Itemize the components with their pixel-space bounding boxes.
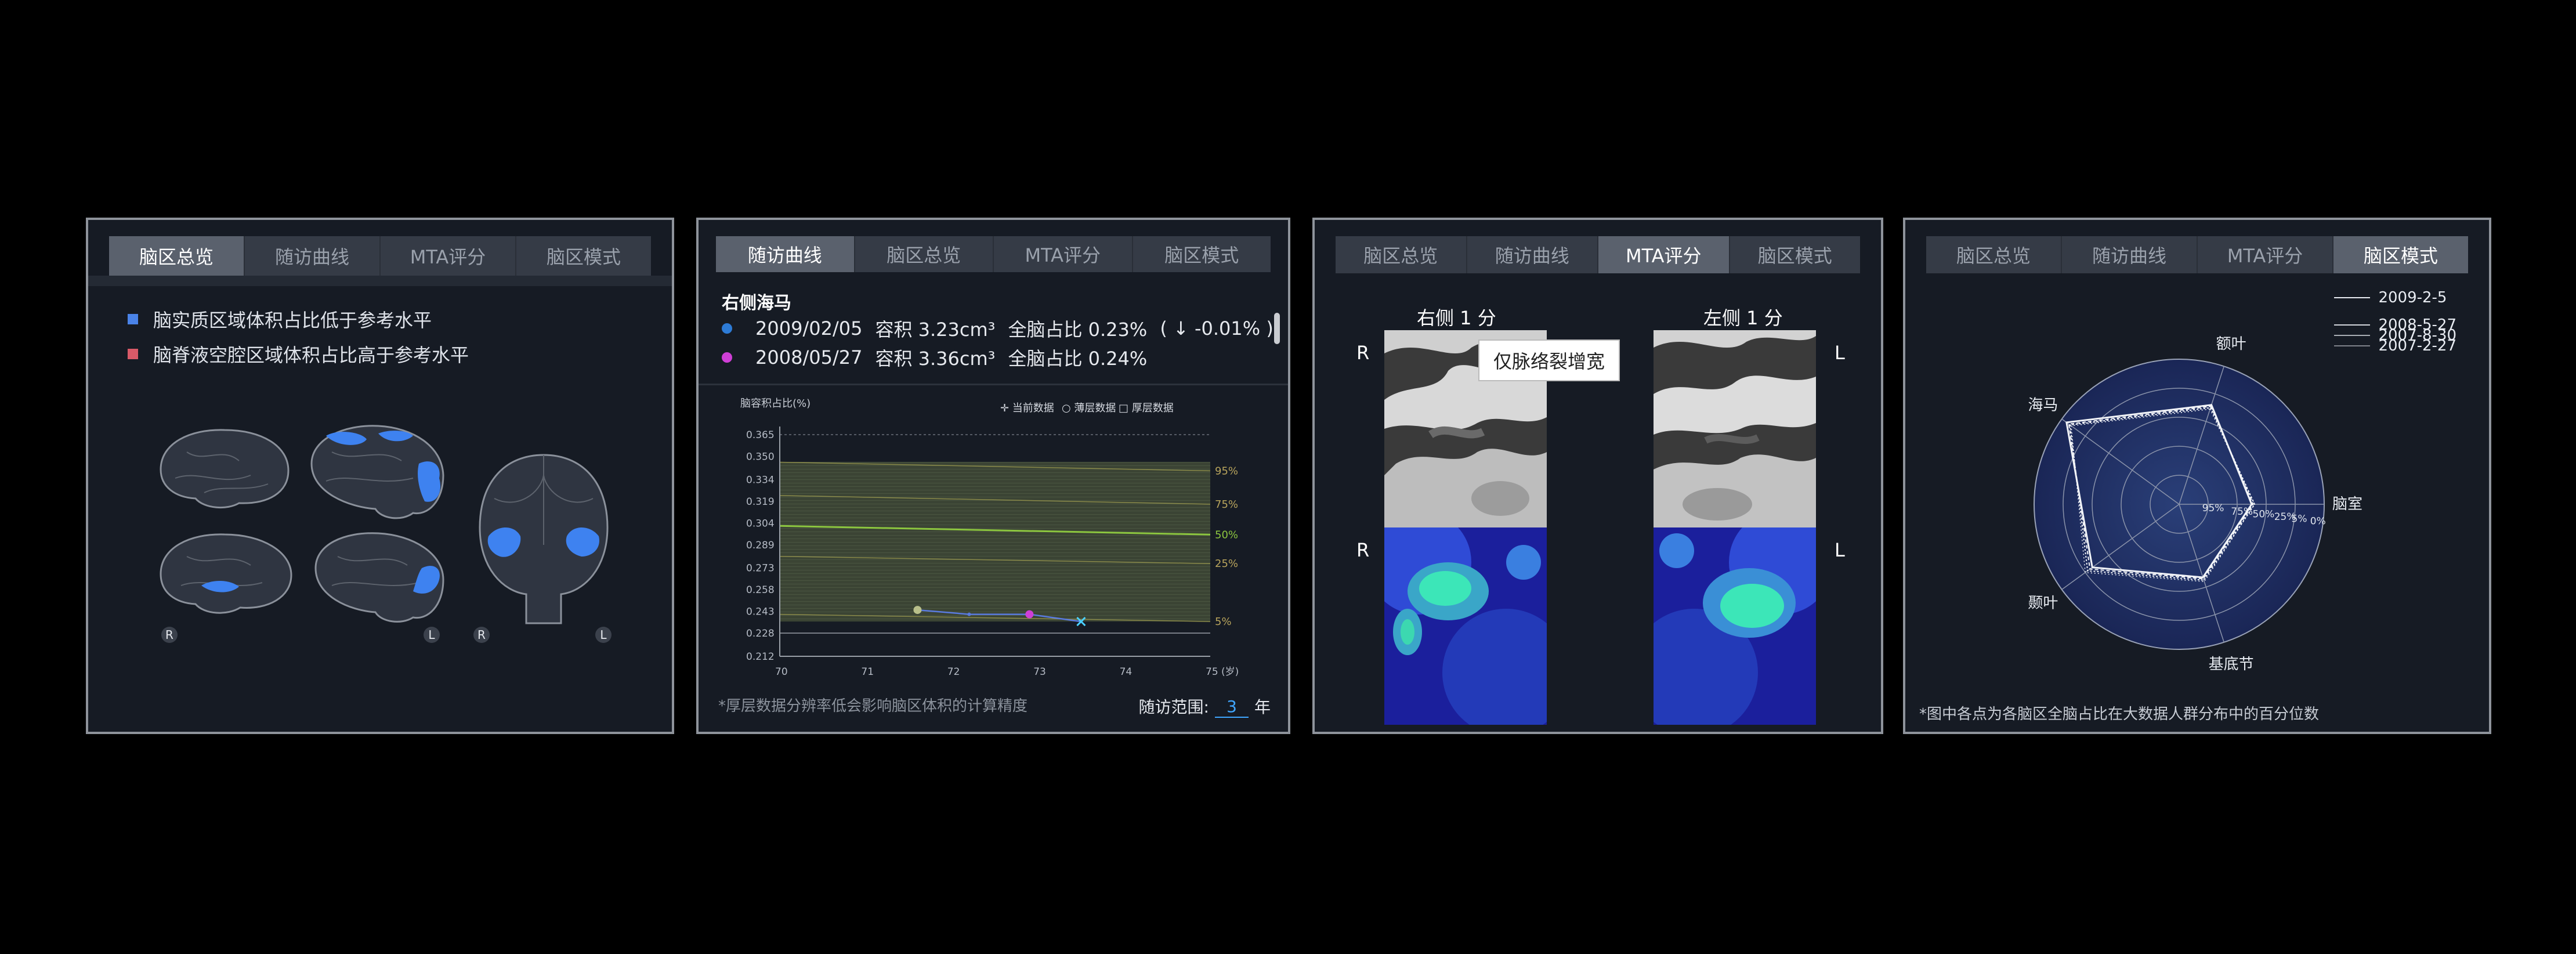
y-tick-label: 0.228 — [746, 628, 775, 639]
distribution-band — [780, 462, 1210, 622]
side-marker-l: L — [428, 628, 435, 642]
radar-ring-label: 5% — [2292, 514, 2307, 525]
side-label-r: R — [1356, 539, 1370, 561]
y-tick-label: 0.273 — [746, 563, 775, 574]
followup-chart: 脑容积占比(%) ✛ 当前数据 ○ 薄层数据 □ 厚层数据 95% 75% 50% 25% 5%… — [740, 398, 1239, 678]
y-tick-label: 0.243 — [746, 606, 775, 618]
legend-item: □ 厚层数据 — [1119, 402, 1174, 414]
side-label-r: R — [1356, 342, 1370, 364]
overlay-slice-left[interactable] — [1654, 527, 1816, 725]
brain-views: R L R L — [160, 425, 612, 643]
x-tick-label: 72 — [947, 666, 960, 678]
tab-mta[interactable]: MTA评分 — [1598, 236, 1730, 273]
y-tick-label: 0.319 — [746, 496, 775, 508]
y-axis-label: 脑容积占比(%) — [740, 398, 811, 410]
footnote: *厚层数据分辨率低会影响脑区体积的计算精度 — [718, 698, 1028, 715]
y-tick-label: 0.289 — [746, 540, 775, 551]
brain-medial-1 — [160, 533, 292, 614]
followup-range: 随访范围: 年 — [1139, 695, 1271, 718]
right-score: 右侧 1 分 — [1417, 307, 1496, 329]
data-point — [1025, 610, 1034, 619]
range-unit: 年 — [1254, 698, 1271, 717]
percentile-label: 50% — [1215, 529, 1238, 541]
pattern-panel: 脑区总览 随访曲线 MTA评分 脑区模式 2009-2-5 2008-5-27 … — [1903, 218, 2491, 734]
percentile-label: 25% — [1215, 558, 1238, 570]
radar-axis-label: 颞叶 — [2028, 594, 2058, 612]
side-label-l: L — [1835, 342, 1845, 364]
radar-axis-label: 额叶 — [2216, 335, 2246, 353]
y-tick-label: 0.212 — [746, 651, 775, 663]
brain-lateral-1 — [160, 429, 290, 509]
mta-tabbar: 脑区总览 随访曲线 MTA评分 脑区模式 — [1336, 236, 1860, 273]
radar-axis-label: 基底节 — [2209, 656, 2254, 673]
legend-item: ✛ 当前数据 — [1000, 402, 1054, 414]
mta-panel: 脑区总览 随访曲线 MTA评分 脑区模式 右侧 1 分 左侧 1 分 R L R… — [1312, 218, 1883, 734]
y-tick-label: 0.334 — [746, 474, 775, 486]
percentile-label: 5% — [1215, 616, 1232, 628]
radar-ring-label: 95% — [2202, 503, 2224, 514]
tooltip: 仅脉络裂增宽 — [1478, 339, 1620, 381]
x-tick-label: 70 — [775, 666, 788, 678]
tab-overview[interactable]: 脑区总览 — [1336, 236, 1467, 273]
y-tick-label: 0.258 — [746, 584, 775, 596]
x-tick-label: 71 — [861, 666, 874, 678]
data-point — [913, 606, 922, 615]
mri-slice-left[interactable] — [1654, 330, 1816, 527]
overview-panel: 脑区总览 随访曲线 MTA评分 脑区模式 脑实质区域体积占比低于参考水平 脑脊液… — [86, 218, 674, 734]
data-point — [967, 612, 971, 616]
footnote: *图中各点为各脑区全脑占比在大数据人群分布中的百分位数 — [1919, 706, 2320, 723]
side-marker-r: R — [477, 628, 486, 642]
percentile-label: 75% — [1215, 498, 1238, 511]
side-marker-r: R — [165, 628, 173, 642]
x-tick-label: 75 (岁) — [1206, 666, 1239, 678]
radar-chart: 额叶脑室基底节颞叶海马95% 75% 50% 25%5% 0% — [2028, 335, 2362, 673]
radar-ring-label: 50% — [2253, 508, 2275, 520]
radar-axis-label: 海马 — [2028, 397, 2058, 414]
side-label-l: L — [1835, 539, 1845, 561]
side-marker-l: L — [600, 628, 607, 642]
radar-ring-label: 0% — [2310, 515, 2326, 527]
range-label: 随访范围: — [1138, 698, 1209, 717]
range-input[interactable] — [1214, 696, 1249, 718]
left-score: 左侧 1 分 — [1703, 307, 1783, 329]
radar-axis-label: 脑室 — [2332, 496, 2362, 513]
overlay-slice-right[interactable] — [1384, 527, 1547, 725]
y-tick-label: 0.304 — [746, 518, 775, 529]
y-tick-label: 0.350 — [746, 451, 775, 462]
legend-item: ○ 薄层数据 — [1062, 402, 1116, 414]
y-tick-label: 0.365 — [746, 429, 775, 441]
tab-pattern[interactable]: 脑区模式 — [1730, 236, 1861, 273]
percentile-label: 95% — [1215, 465, 1238, 477]
followup-panel: 随访曲线 脑区总览 MTA评分 脑区模式 右侧海马 2009/02/05 容积 … — [696, 218, 1290, 734]
x-tick-label: 74 — [1120, 666, 1133, 678]
tab-followup[interactable]: 随访曲线 — [1467, 236, 1598, 273]
x-tick-label: 73 — [1033, 666, 1046, 678]
